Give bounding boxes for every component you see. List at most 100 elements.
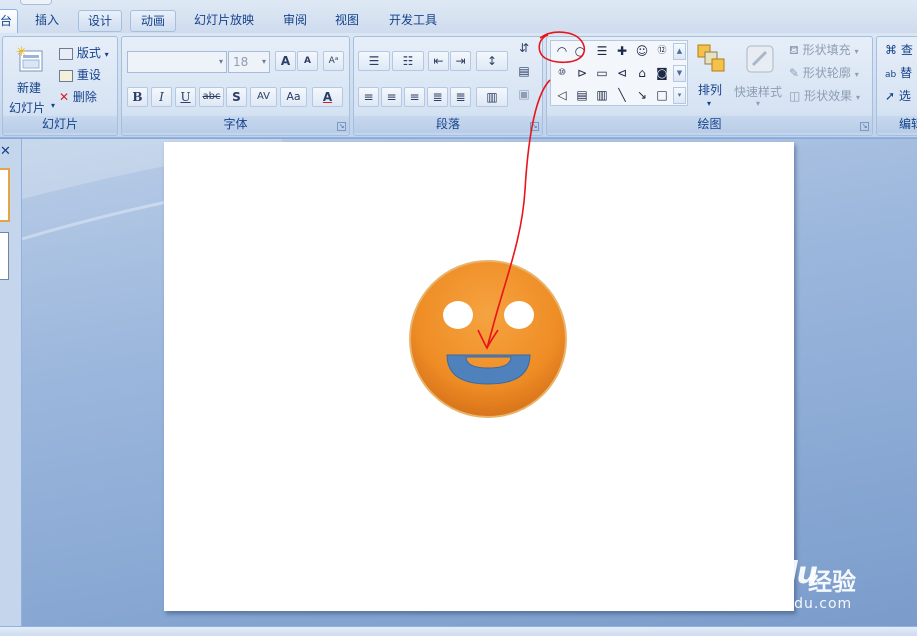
equal-shape-icon[interactable]: ☰ bbox=[593, 43, 611, 60]
font-color-button[interactable]: A bbox=[312, 87, 343, 107]
gallery-scroll-down-button[interactable]: ▼ bbox=[673, 65, 686, 82]
slide-thumbnail-panel: ✕ bbox=[0, 139, 22, 626]
replace-icon: ab bbox=[885, 70, 897, 80]
shape-fill-label: 形状填充 bbox=[802, 43, 851, 57]
tab-home[interactable]: 台 bbox=[0, 9, 18, 33]
reset-button[interactable]: 重设 bbox=[59, 66, 101, 83]
close-icon[interactable]: ✕ bbox=[0, 145, 14, 159]
increase-indent-button[interactable]: ⇥ bbox=[450, 51, 471, 71]
star-12-shape-icon[interactable]: ⑫ bbox=[653, 43, 671, 60]
chevron-down-icon: ▾ bbox=[104, 50, 109, 59]
align-center-button[interactable]: ≡ bbox=[381, 87, 402, 107]
oval-shape-icon[interactable]: ○ bbox=[571, 43, 589, 60]
decrease-indent-button[interactable]: ⇤ bbox=[428, 51, 449, 71]
action-movie-shape-icon[interactable]: ◙ bbox=[653, 65, 671, 82]
change-case-button[interactable]: Aa bbox=[280, 87, 307, 107]
bold-button[interactable]: B bbox=[127, 87, 148, 107]
numbering-button[interactable]: ☷ bbox=[392, 51, 424, 71]
tab-animations[interactable]: 动画 bbox=[130, 10, 176, 32]
gallery-scroll-up-button[interactable]: ▲ bbox=[673, 43, 686, 60]
justify-button[interactable]: ≣ bbox=[427, 87, 448, 107]
quick-access-edge bbox=[20, 0, 52, 5]
underline-button[interactable]: U bbox=[175, 87, 196, 107]
slide-canvas[interactable] bbox=[164, 142, 794, 611]
delete-label: 删除 bbox=[72, 90, 97, 104]
action-prev-shape-icon[interactable]: ⊲ bbox=[613, 65, 631, 82]
new-slide-icon: ✳ bbox=[16, 45, 43, 72]
line-shape-icon[interactable]: ╲ bbox=[613, 87, 631, 104]
action-next-shape-icon[interactable]: ⊳ bbox=[573, 65, 591, 82]
replace-button[interactable]: ab 替 bbox=[885, 64, 912, 81]
line-spacing-button[interactable]: ↕ bbox=[476, 51, 508, 71]
tab-developer[interactable]: 开发工具 bbox=[380, 9, 446, 33]
pen-icon: ✎ bbox=[789, 66, 800, 80]
layout-button[interactable]: 版式 ▾ bbox=[59, 44, 109, 61]
star-10-shape-icon[interactable]: ⑩ bbox=[553, 65, 571, 82]
action-home-shape-icon[interactable]: ⌂ bbox=[633, 65, 651, 82]
find-label: 查 bbox=[900, 43, 913, 57]
watermark-brand: Bai✿du bbox=[705, 556, 818, 591]
quick-styles-button[interactable]: 快速样式 ▾ bbox=[733, 43, 787, 113]
tab-insert[interactable]: 插入 bbox=[24, 9, 70, 33]
find-button[interactable]: ⌘ 查 bbox=[885, 41, 913, 58]
vertical-textbox-shape-icon[interactable]: ▥ bbox=[593, 87, 611, 104]
text-shadow-button[interactable]: S bbox=[226, 87, 247, 107]
slide-thumbnail-2[interactable] bbox=[0, 232, 9, 280]
rectangle-shape-icon[interactable]: ▭ bbox=[593, 65, 611, 82]
gallery-more-button[interactable]: ▾ bbox=[673, 87, 686, 104]
character-spacing-button[interactable]: AV bbox=[250, 87, 277, 107]
tab-review[interactable]: 审阅 bbox=[272, 9, 318, 33]
arc-shape-icon[interactable]: ◠ bbox=[553, 43, 571, 60]
tab-design[interactable]: 设计 bbox=[78, 10, 122, 32]
reset-label: 重设 bbox=[76, 68, 101, 82]
shape-fill-button[interactable]: ⛾ 形状填充 ▾ bbox=[789, 41, 859, 59]
bullets-button[interactable]: ☰ bbox=[358, 51, 390, 71]
delete-button[interactable]: ✕ 删除 bbox=[59, 88, 97, 105]
group-label-paragraph: 段落 bbox=[354, 116, 542, 133]
action-sound-shape-icon[interactable]: ◁ bbox=[553, 87, 571, 104]
group-label-drawing: 绘图 bbox=[547, 116, 872, 133]
arrange-label: 排列 bbox=[698, 83, 723, 97]
chevron-down-icon: ▾ bbox=[854, 70, 859, 79]
group-label-editing: 编辑 bbox=[877, 116, 917, 133]
select-button[interactable]: ➚ 选 bbox=[885, 87, 911, 104]
tab-slide-show[interactable]: 幻灯片放映 bbox=[186, 9, 262, 33]
align-left-button[interactable]: ≡ bbox=[358, 87, 379, 107]
arrange-button[interactable]: 排列 ▾ bbox=[693, 43, 729, 113]
clear-format-button[interactable]: Aᵃ bbox=[323, 51, 344, 71]
italic-button[interactable]: I bbox=[151, 87, 172, 107]
smartart-button[interactable]: ▣ bbox=[511, 85, 537, 105]
binoculars-icon: ⌘ bbox=[885, 43, 897, 57]
font-size-combo[interactable]: 18 ▾ bbox=[228, 51, 270, 73]
group-slides: ✳ 新建 幻灯片 ▾ 版式 ▾ 重设 ✕ 删除 幻灯片 bbox=[2, 36, 118, 136]
text-direction-button[interactable]: ⇵ bbox=[511, 39, 537, 59]
rect-outline-shape-icon[interactable]: □ bbox=[653, 87, 671, 104]
smiley-shape-icon[interactable]: ☺ bbox=[633, 43, 651, 60]
grow-font-button[interactable]: A bbox=[275, 51, 296, 71]
distribute-button[interactable]: ≣ bbox=[450, 87, 471, 107]
strikethrough-button[interactable]: abc bbox=[199, 87, 224, 107]
dialog-launcher-icon[interactable]: ↘ bbox=[530, 122, 539, 131]
plus-shape-icon[interactable]: ✚ bbox=[613, 43, 631, 60]
textbox-shape-icon[interactable]: ▤ bbox=[573, 87, 591, 104]
slide-thumbnail-1[interactable] bbox=[0, 168, 10, 222]
shrink-font-button[interactable]: A bbox=[297, 51, 318, 71]
chevron-down-icon: ▾ bbox=[854, 47, 859, 56]
font-name-combo[interactable]: ▾ bbox=[127, 51, 227, 73]
arrow-line-shape-icon[interactable]: ↘ bbox=[633, 87, 651, 104]
tab-view[interactable]: 视图 bbox=[324, 9, 370, 33]
arrange-icon bbox=[697, 44, 725, 72]
paint-bucket-icon: ⛾ bbox=[789, 43, 799, 57]
columns-button[interactable]: ▥ bbox=[476, 87, 508, 107]
dialog-launcher-icon[interactable]: ↘ bbox=[337, 122, 346, 131]
align-right-button[interactable]: ≡ bbox=[404, 87, 425, 107]
shape-outline-button[interactable]: ✎ 形状轮廓 ▾ bbox=[789, 64, 859, 81]
new-slide-label-1: 新建 bbox=[17, 81, 42, 95]
svg-text:✳: ✳ bbox=[16, 45, 27, 60]
dialog-launcher-icon[interactable]: ↘ bbox=[860, 122, 869, 131]
new-slide-button[interactable]: ✳ 新建 幻灯片 ▾ bbox=[8, 43, 55, 115]
watermark-url: jingyan.baidu.com bbox=[706, 596, 853, 612]
smiley-face-shape[interactable] bbox=[164, 142, 794, 611]
align-text-button[interactable]: ▤ bbox=[511, 62, 537, 82]
shape-effects-button[interactable]: ◫ 形状效果 ▾ bbox=[789, 87, 860, 104]
